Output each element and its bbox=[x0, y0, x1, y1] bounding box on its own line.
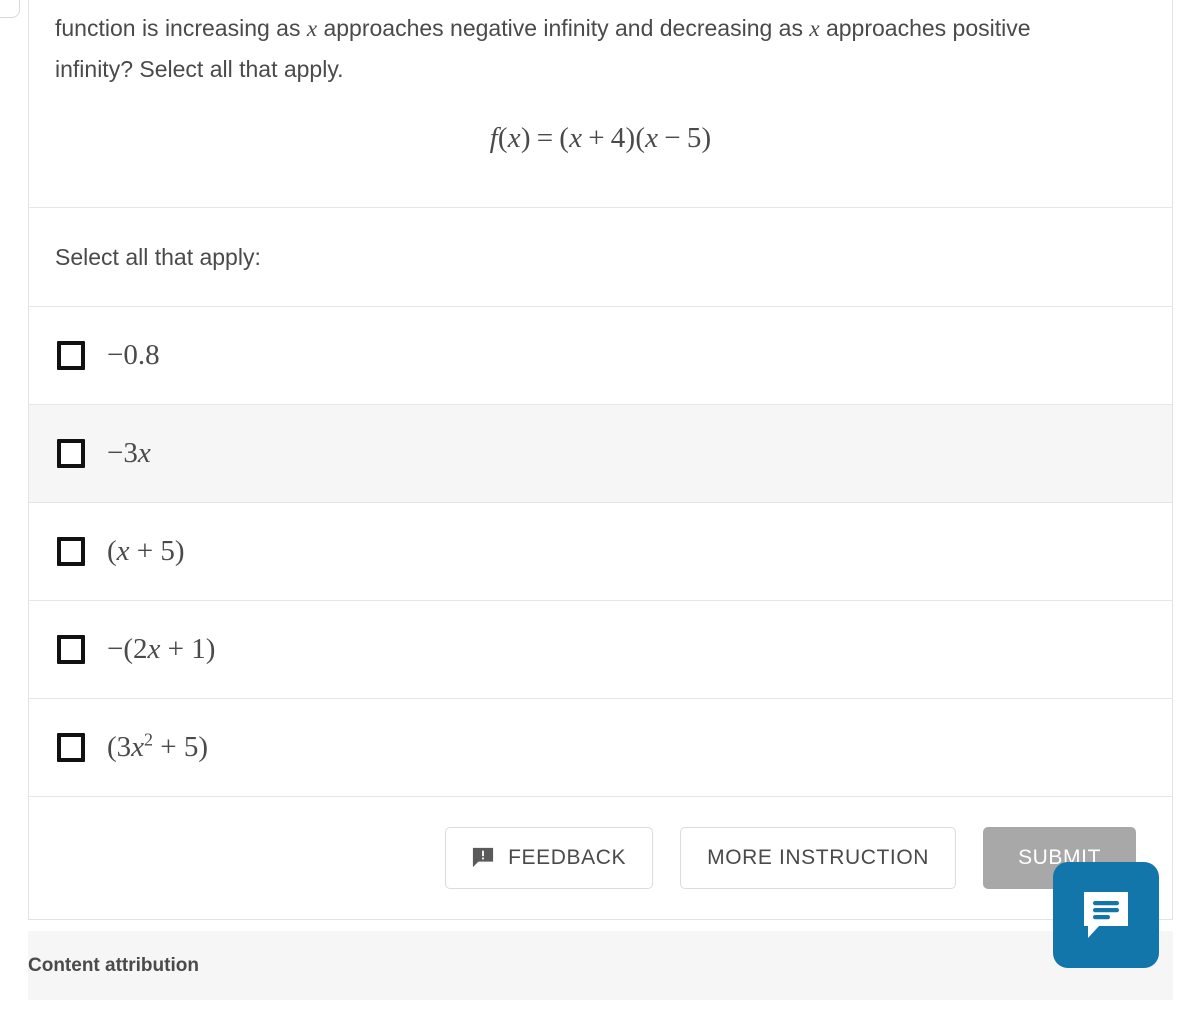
question-text-part-1: function is increasing as bbox=[55, 15, 307, 41]
question-inline-var-2: x bbox=[809, 16, 820, 41]
formula-f2-op: − bbox=[664, 122, 681, 154]
option-label: −0.8 bbox=[107, 339, 160, 371]
option-row[interactable]: (3x2 + 5) bbox=[29, 699, 1172, 797]
formula-f1-open: ( bbox=[559, 122, 570, 154]
action-bar: FEEDBACK MORE INSTRUCTION SUBMIT bbox=[29, 797, 1172, 919]
chat-widget-button[interactable] bbox=[1053, 862, 1159, 968]
formula-f2-var: x bbox=[645, 122, 659, 154]
formula-f: f bbox=[489, 122, 498, 154]
question-inline-var-1: x bbox=[306, 16, 318, 41]
formula-f2-num: 5 bbox=[686, 122, 702, 154]
corner-stub bbox=[0, 0, 20, 18]
select-all-prompt: Select all that apply: bbox=[29, 208, 1172, 307]
more-instruction-button-label: MORE INSTRUCTION bbox=[707, 846, 930, 869]
footer-band: Content attribution bbox=[28, 931, 1173, 1000]
more-instruction-button[interactable]: MORE INSTRUCTION bbox=[680, 827, 957, 889]
option-checkbox[interactable] bbox=[57, 341, 85, 370]
formula-paren-open: ( bbox=[497, 122, 508, 154]
option-row[interactable]: −(2x + 1) bbox=[29, 601, 1172, 699]
feedback-button-label: FEEDBACK bbox=[508, 846, 627, 869]
option-label: −(2x + 1) bbox=[107, 633, 216, 665]
feedback-speech-bubble-icon bbox=[473, 847, 494, 868]
question-text-part-2: approaches negative infinity and decreas… bbox=[317, 15, 810, 41]
option-label: −3x bbox=[107, 437, 151, 469]
option-checkbox[interactable] bbox=[57, 733, 85, 762]
formula-f1-num: 4 bbox=[610, 122, 626, 154]
formula-f2-close: ) bbox=[701, 122, 712, 154]
content-attribution-label: Content attribution bbox=[28, 954, 199, 976]
chat-bubble-icon bbox=[1084, 892, 1128, 938]
options-list: −0.8 −3x (x + 5) −(2x + 1) (3x2 + 5) bbox=[29, 307, 1172, 797]
formula-f1-close: ) bbox=[625, 122, 636, 154]
option-checkbox[interactable] bbox=[57, 537, 85, 566]
question-block: function is increasing as x approaches n… bbox=[29, 0, 1172, 208]
formula-paren-close: ) bbox=[520, 122, 531, 154]
formula-f2-open: ( bbox=[635, 122, 646, 154]
option-checkbox[interactable] bbox=[57, 439, 85, 468]
option-checkbox[interactable] bbox=[57, 635, 85, 664]
option-label: (3x2 + 5) bbox=[107, 729, 209, 763]
formula-f1-op: + bbox=[588, 122, 605, 154]
option-row[interactable]: −3x bbox=[29, 405, 1172, 503]
question-text: function is increasing as x approaches n… bbox=[55, 0, 1035, 90]
formula-wrapper: f(x) = (x +4)(x −5) bbox=[55, 90, 1146, 207]
formula-equals: = bbox=[536, 122, 554, 154]
function-formula: f(x) = (x +4)(x −5) bbox=[490, 122, 712, 154]
formula-f1-var: x bbox=[569, 122, 583, 154]
formula-arg-var: x bbox=[507, 122, 521, 154]
option-label: (x + 5) bbox=[107, 535, 185, 567]
option-row[interactable]: (x + 5) bbox=[29, 503, 1172, 601]
option-row[interactable]: −0.8 bbox=[29, 307, 1172, 405]
question-card: function is increasing as x approaches n… bbox=[28, 0, 1173, 920]
feedback-button[interactable]: FEEDBACK bbox=[445, 827, 654, 889]
